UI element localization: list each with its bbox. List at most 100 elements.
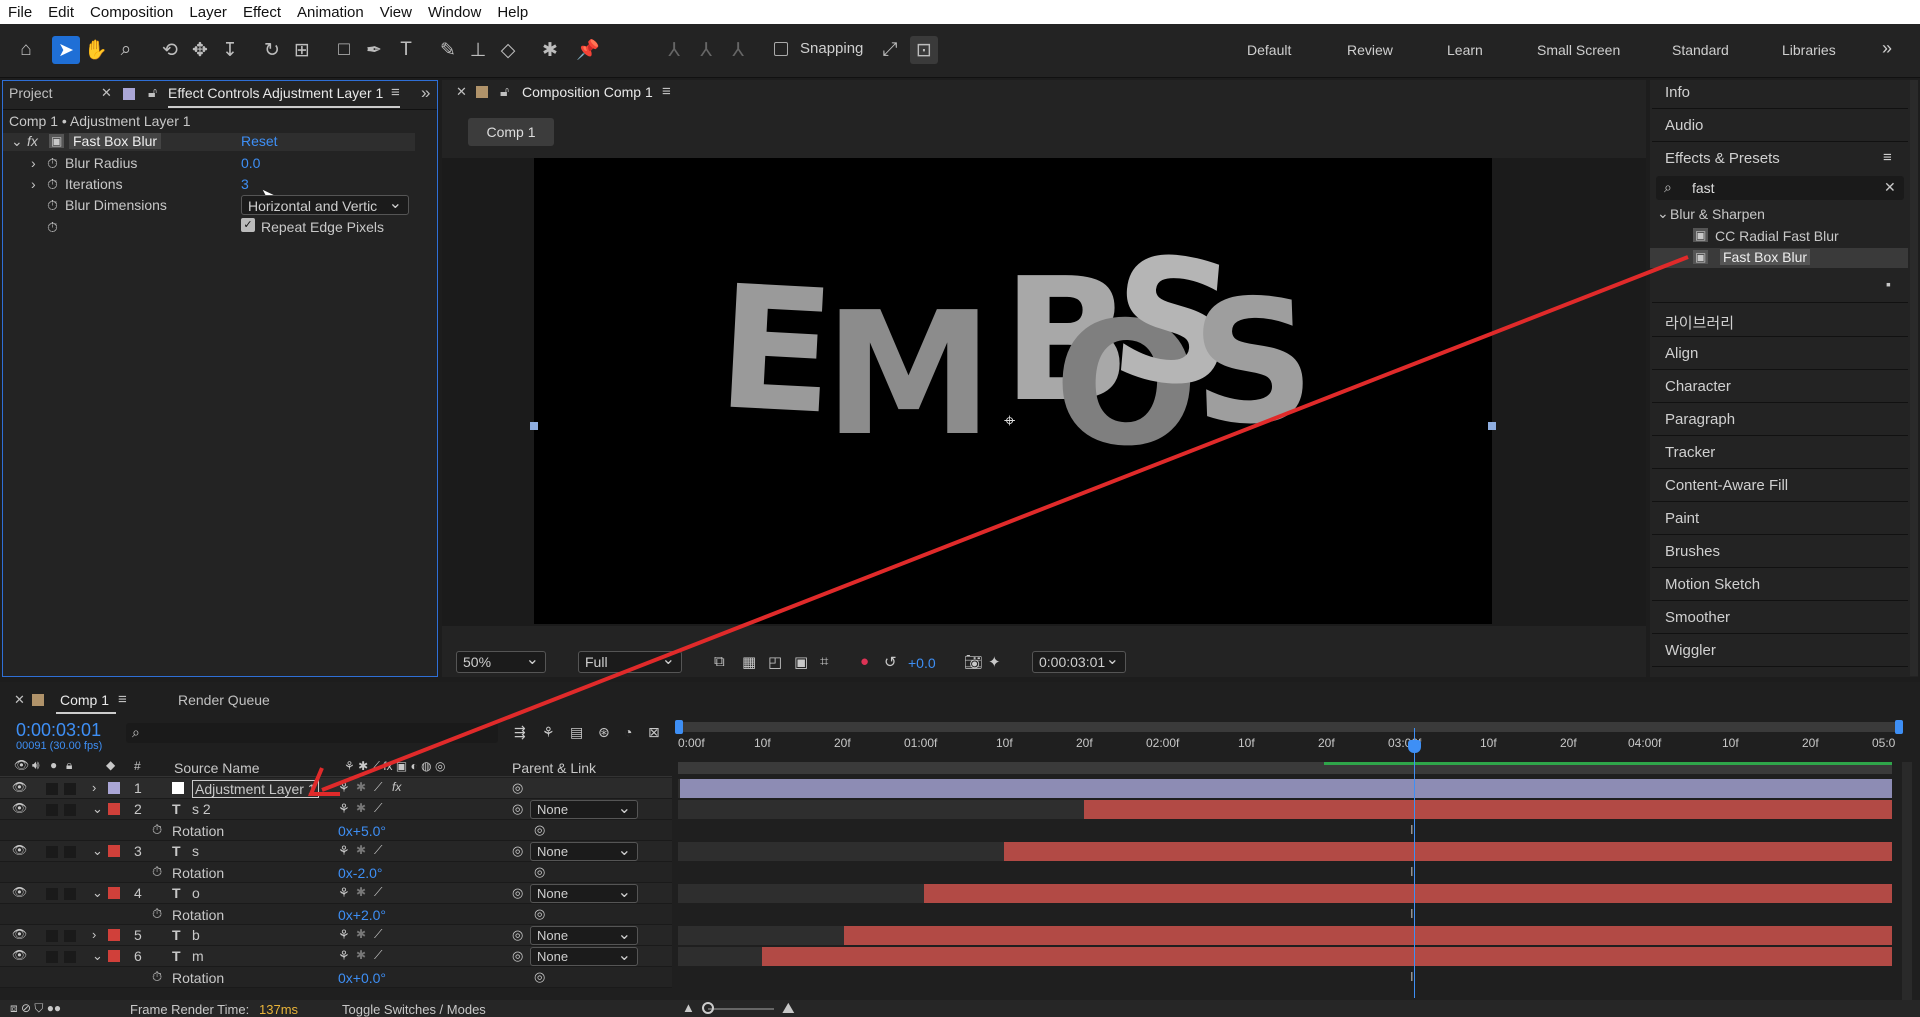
panel-align[interactable]: Align [1665, 345, 1698, 362]
region-of-interest-icon[interactable]: ▣ [794, 653, 808, 671]
blur-dimensions-dropdown[interactable]: Horizontal and Vertic [241, 195, 409, 215]
home-icon[interactable]: ⌂ [12, 36, 40, 64]
lock-toggle[interactable] [64, 951, 76, 963]
resolution-dropdown[interactable]: Full [578, 651, 682, 673]
menu-animation[interactable]: Animation [289, 4, 372, 21]
toggle-switches-modes[interactable]: Toggle Switches / Modes [342, 1002, 486, 1017]
expression-pickwhip-icon[interactable]: ◎ [534, 969, 545, 985]
chevron-down-icon[interactable]: ⌄ [92, 948, 103, 964]
shy-switch-icon[interactable]: ⚘ [338, 948, 350, 964]
quality-switch-icon[interactable]: ⟋ [374, 927, 382, 942]
shy-switch-icon[interactable]: ⚘ [338, 885, 350, 901]
layer-row[interactable]: 👁︎ ⌄ 2 T s 2 ⚘ ✱ ⟋ ◎ None [0, 799, 672, 820]
frame-blending-icon[interactable]: ⊛ [598, 724, 610, 741]
snapping-checkbox[interactable] [774, 42, 788, 56]
lock-toggle[interactable] [64, 783, 76, 795]
brush-tool-icon[interactable]: ✎ [434, 36, 462, 64]
panel-libraries-kr[interactable]: 라이브러리 [1665, 312, 1734, 333]
parent-dropdown[interactable]: None [530, 947, 638, 966]
transform-handle-left[interactable] [530, 422, 538, 430]
collapse-switch-icon[interactable]: ✱ [356, 885, 366, 899]
timeline-scrollbar[interactable] [1902, 762, 1912, 1002]
panel-audio[interactable]: Audio [1665, 117, 1703, 134]
panel-brushes[interactable]: Brushes [1665, 543, 1720, 560]
parent-dropdown[interactable]: None [530, 884, 638, 903]
solo-toggle[interactable] [46, 804, 58, 816]
layer-duration-bar[interactable] [844, 926, 1892, 945]
repeat-edge-checkbox[interactable]: ✓ [241, 218, 255, 232]
zoom-slider-knob[interactable] [702, 1002, 714, 1014]
pickwhip-icon[interactable]: ◎ [512, 885, 523, 901]
stopwatch-icon[interactable]: ⏱︎ [152, 969, 162, 985]
workspace-learn[interactable]: Learn [1447, 42, 1483, 58]
panel-expand-icon[interactable]: » [421, 83, 430, 103]
tab-composition[interactable]: Composition Comp 1 [522, 84, 653, 100]
solo-toggle[interactable] [46, 951, 58, 963]
close-icon[interactable]: ✕ [101, 85, 112, 101]
layer-row[interactable]: 👁︎ ⌄ 4 T o ⚘ ✱ ⟋ ◎ None [0, 883, 672, 904]
property-value[interactable]: 0x-2.0° [338, 865, 383, 881]
eye-icon[interactable]: 👁︎ [12, 927, 27, 941]
panel-motion-sketch[interactable]: Motion Sketch [1665, 576, 1760, 593]
fx-switch-icon[interactable]: fx [392, 780, 401, 794]
pickwhip-icon[interactable]: ◎ [512, 780, 523, 796]
stopwatch-icon[interactable]: ⏱︎ [152, 906, 162, 922]
chevron-down-icon[interactable]: ⌄ [11, 133, 23, 150]
parent-dropdown[interactable]: None [530, 800, 638, 819]
layer-row[interactable]: 👁︎ › 1 Adjustment Layer 1 ⚘ ✱ ⟋ fx ◎ [0, 778, 672, 799]
source-name-header[interactable]: Source Name [174, 760, 260, 776]
draft-3d-icon[interactable]: ⚘ [542, 724, 555, 741]
effect-name[interactable]: Fast Box Blur [69, 133, 162, 149]
panel-wiggler[interactable]: Wiggler [1665, 642, 1716, 659]
layer-label-color[interactable] [108, 803, 120, 815]
category-blur-sharpen[interactable]: Blur & Sharpen [1670, 206, 1765, 222]
pen-tool-icon[interactable]: ✒ [360, 36, 388, 64]
panel-smoother[interactable]: Smoother [1665, 609, 1730, 626]
panel-info[interactable]: Info [1665, 84, 1690, 101]
expression-pickwhip-icon[interactable]: ◎ [534, 864, 545, 880]
chevron-down-icon[interactable]: ⌄ [1657, 205, 1669, 222]
layer-name[interactable]: b [192, 927, 200, 943]
layer-label-color[interactable] [108, 845, 120, 857]
property-row[interactable]: ⏱︎ Rotation 0x-2.0° ◎ [0, 862, 672, 883]
effect-row[interactable] [3, 133, 415, 151]
result-fast-box-blur[interactable]: Fast Box Blur [1720, 249, 1811, 265]
tab-render-queue[interactable]: Render Queue [178, 692, 270, 708]
lock-toggle[interactable] [64, 804, 76, 816]
transform-handle-right[interactable] [1488, 422, 1496, 430]
menu-help[interactable]: Help [489, 4, 536, 21]
type-tool-icon[interactable]: T [392, 36, 420, 64]
quality-switch-icon[interactable]: ⟋ [374, 885, 382, 900]
layer-row[interactable]: 👁︎ ⌄ 6 T m ⚘ ✱ ⟋ ◎ None [0, 946, 672, 967]
fx-icon[interactable]: fx [27, 133, 38, 149]
layer-duration-bar[interactable] [1004, 842, 1892, 861]
parent-link-header[interactable]: Parent & Link [512, 760, 596, 776]
puppet-pin-icon[interactable]: 📌 [574, 36, 602, 64]
playhead-line[interactable] [1414, 728, 1415, 998]
solo-toggle[interactable] [46, 846, 58, 858]
exposure-value[interactable]: +0.0 [908, 655, 936, 671]
menu-edit[interactable]: Edit [40, 4, 82, 21]
menu-layer[interactable]: Layer [181, 4, 235, 21]
layer-label-color[interactable] [108, 929, 120, 941]
workspace-libraries[interactable]: Libraries [1782, 42, 1836, 58]
chevron-down-icon[interactable]: ⌄ [92, 801, 103, 817]
menu-effect[interactable]: Effect [235, 4, 289, 21]
layer-name[interactable]: s [192, 843, 199, 859]
comp-button[interactable]: Comp 1 [468, 118, 554, 146]
zoom-dropdown[interactable]: 50% [456, 651, 546, 673]
mask-visibility-icon[interactable]: ◰ [768, 653, 782, 671]
roto-brush-icon[interactable]: ✱ [536, 36, 564, 64]
collapse-switch-icon[interactable]: ✱ [356, 927, 366, 941]
layer-label-color[interactable] [108, 887, 120, 899]
guides-icon[interactable]: ⌗ [820, 653, 828, 670]
stopwatch-icon[interactable]: ⏱︎ [152, 864, 162, 880]
property-value[interactable]: 0x+2.0° [338, 907, 386, 923]
menu-window[interactable]: Window [420, 4, 489, 21]
axis-world-icon[interactable]: ⅄ [692, 36, 720, 64]
layer-row[interactable]: 👁︎ › 5 T b ⚘ ✱ ⟋ ◎ None [0, 925, 672, 946]
layer-duration-bar[interactable] [680, 779, 1892, 798]
workspace-standard[interactable]: Standard [1672, 42, 1729, 58]
collapse-switch-icon[interactable]: ✱ [356, 801, 366, 815]
fast-previews-icon[interactable]: ⧉ [714, 653, 725, 670]
